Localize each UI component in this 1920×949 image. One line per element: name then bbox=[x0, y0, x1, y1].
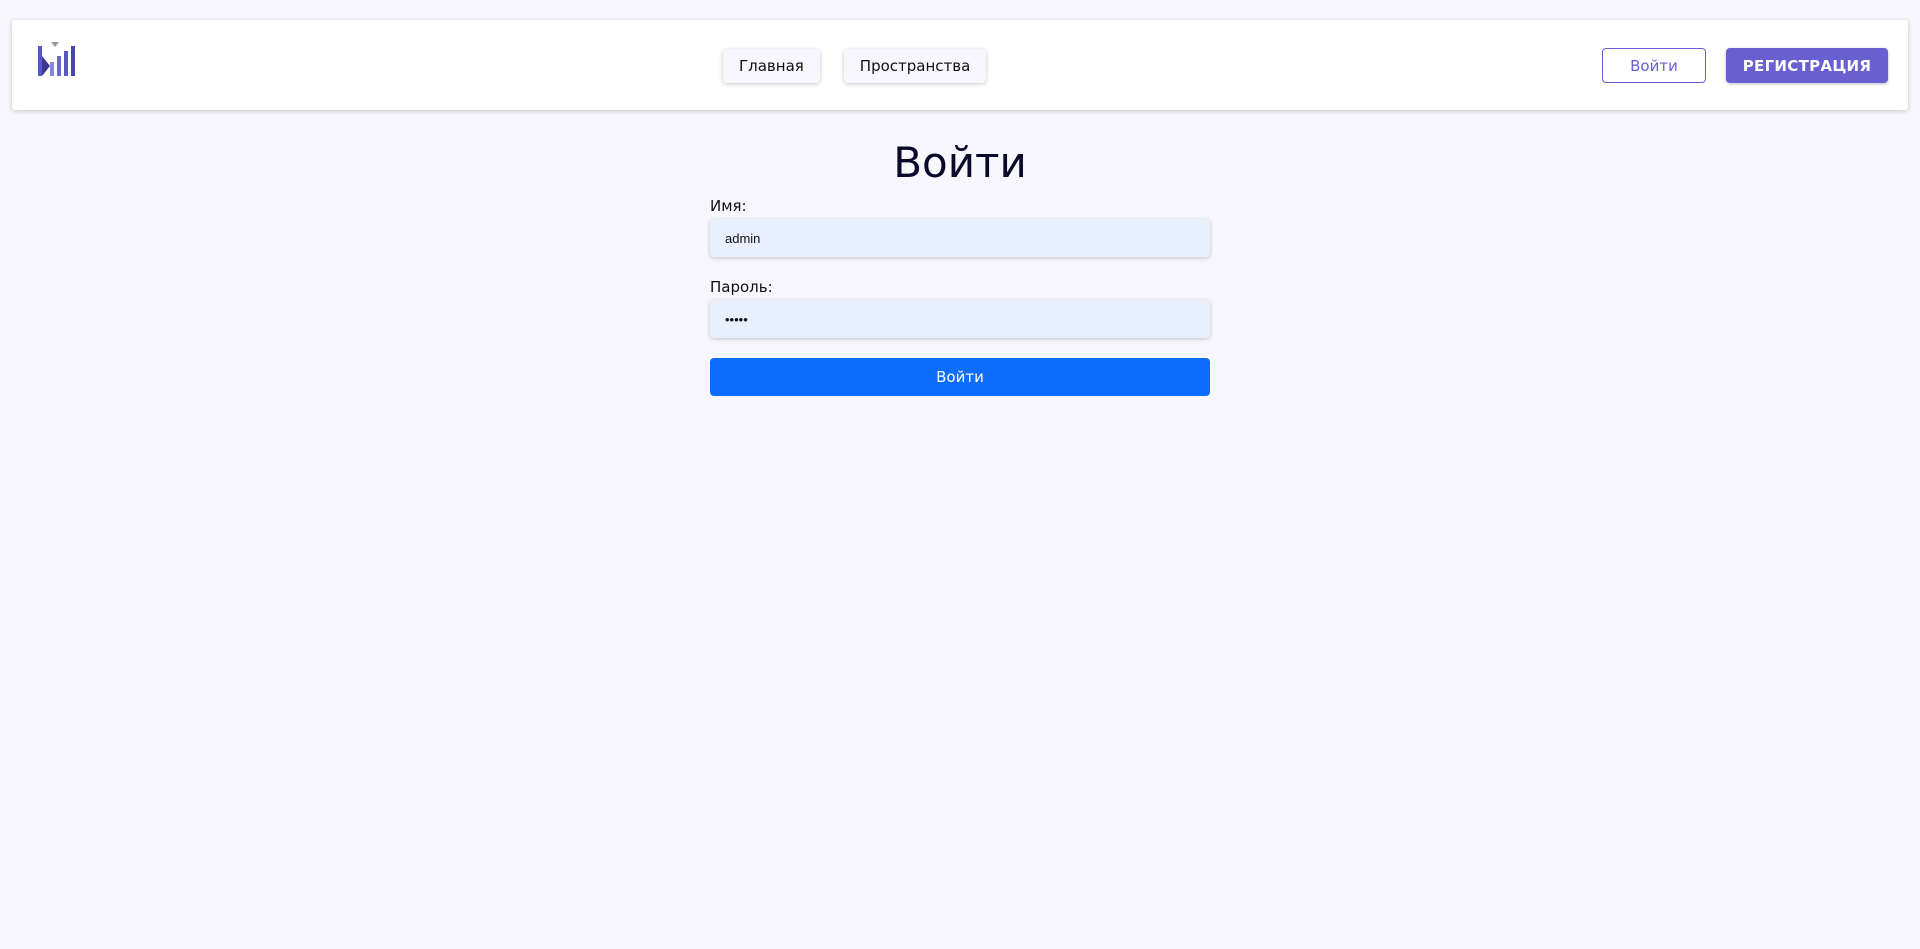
username-input[interactable] bbox=[710, 219, 1210, 257]
page-title: Войти bbox=[893, 138, 1027, 187]
username-field-group: Имя: bbox=[710, 197, 1210, 257]
header-register-button[interactable]: РЕГИСТРАЦИЯ bbox=[1726, 48, 1888, 83]
password-input[interactable] bbox=[710, 300, 1210, 338]
nav-spaces-button[interactable]: Пространства bbox=[843, 49, 987, 83]
bar-chart-logo-icon[interactable] bbox=[38, 42, 78, 78]
top-header: Главная Пространства Войти РЕГИСТРАЦИЯ bbox=[12, 20, 1908, 110]
login-submit-button[interactable]: Войти bbox=[710, 358, 1210, 396]
nav-home-button[interactable]: Главная bbox=[723, 49, 820, 83]
password-field-group: Пароль: bbox=[710, 278, 1210, 338]
password-label: Пароль: bbox=[710, 278, 773, 296]
main-nav: Главная Пространства bbox=[723, 49, 987, 83]
login-form: Имя: Пароль: Войти bbox=[710, 197, 1210, 396]
header-login-button[interactable]: Войти bbox=[1602, 48, 1706, 83]
username-label: Имя: bbox=[710, 197, 747, 215]
